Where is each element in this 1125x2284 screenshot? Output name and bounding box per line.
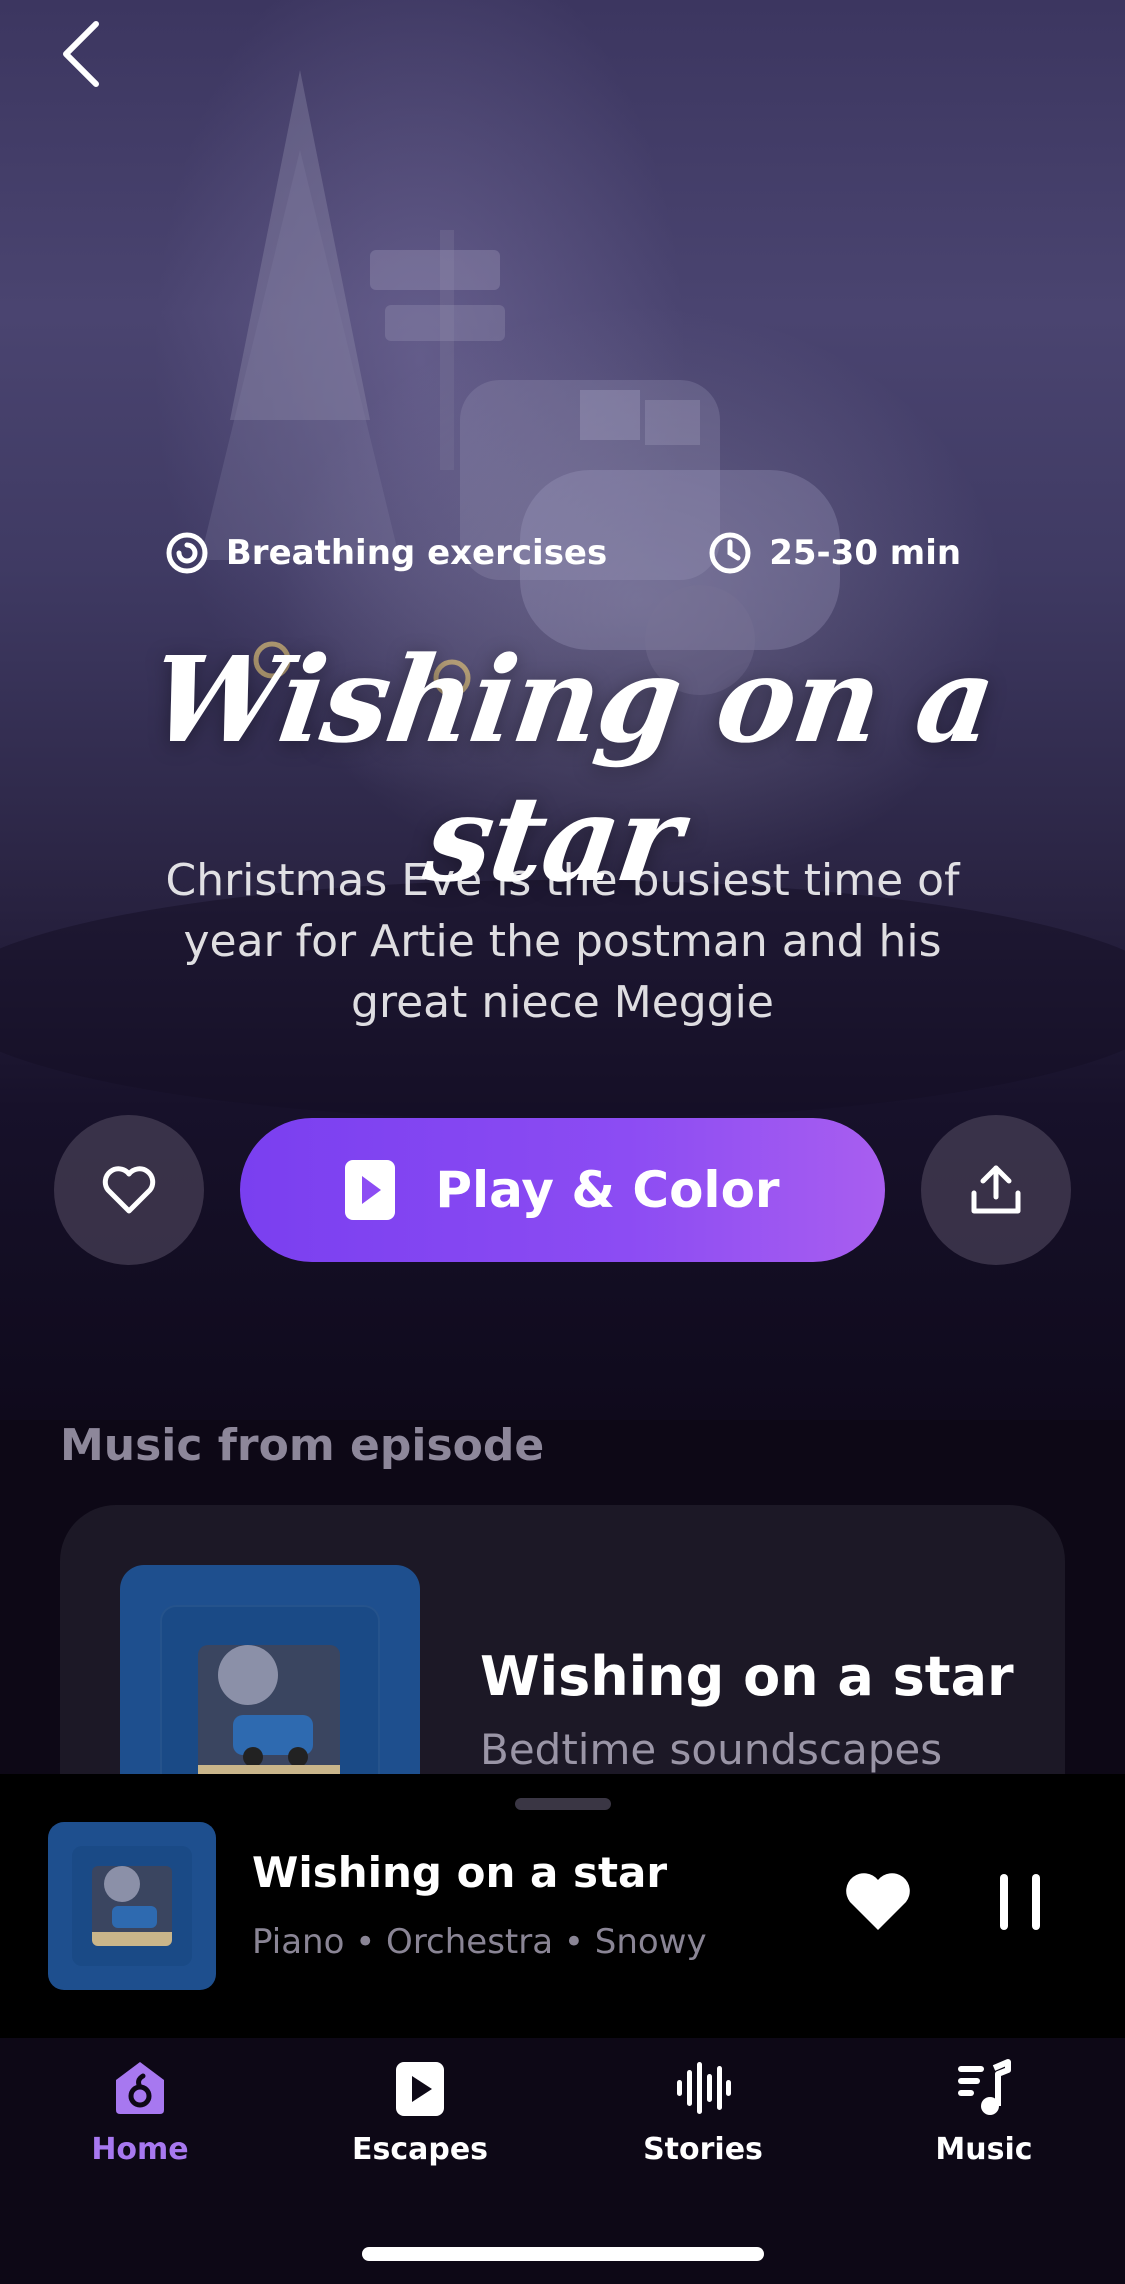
home-icon: [116, 2062, 164, 2114]
music-note-icon: [958, 2059, 1011, 2115]
favorite-button[interactable]: [54, 1115, 204, 1265]
tab-stories[interactable]: Stories: [603, 2058, 803, 2188]
now-playing-title: Wishing on a star: [252, 1848, 668, 1897]
now-playing-subtitle: Piano • Orchestra • Snowy: [252, 1922, 707, 1962]
mini-player[interactable]: Wishing on a star Piano • Orchestra • Sn…: [0, 1774, 1125, 2038]
chevron-left-icon: [63, 21, 99, 87]
heart-filled-icon[interactable]: [838, 1860, 918, 1940]
clock-icon: [709, 532, 751, 574]
action-row: Play & Color: [0, 1115, 1125, 1265]
share-button[interactable]: [921, 1115, 1071, 1265]
tab-stories-label: Stories: [643, 2132, 763, 2167]
breathing-spiral-icon: [166, 532, 208, 574]
category-tag: Breathing exercises: [164, 530, 607, 576]
play-square-icon: [345, 1160, 396, 1220]
section-heading: Music from episode: [60, 1420, 545, 1471]
tab-escapes-label: Escapes: [351, 2132, 489, 2167]
share-icon: [971, 1165, 1021, 1214]
artwork-thumbnail: [198, 1645, 340, 1787]
back-button[interactable]: [48, 10, 118, 90]
tab-escapes[interactable]: Escapes: [320, 2058, 520, 2188]
heart-outline-icon: [102, 1166, 156, 1214]
tab-music-label: Music: [935, 2132, 1033, 2167]
episode-description: Christmas Eve is the busiest time of yea…: [165, 855, 960, 1028]
waveform-icon: [677, 2062, 731, 2114]
tab-music[interactable]: Music: [884, 2058, 1084, 2188]
music-card-subtitle: Bedtime soundscapes: [480, 1725, 943, 1774]
tab-home[interactable]: Home: [40, 2058, 240, 2188]
pause-icon[interactable]: [990, 1860, 1050, 1940]
mini-artwork-thumbnail: [92, 1866, 172, 1946]
play-color-button[interactable]: Play & Color: [240, 1118, 885, 1262]
drag-handle[interactable]: [515, 1798, 611, 1810]
category-label: Breathing exercises: [225, 533, 608, 573]
play-square-icon: [396, 2062, 444, 2116]
play-color-label: Play & Color: [435, 1161, 780, 1219]
duration-tag: 25-30 min: [707, 530, 961, 576]
music-card-title: Wishing on a star: [480, 1645, 1014, 1708]
mini-player-artwork: [48, 1822, 216, 1990]
episode-meta: Breathing exercises 25-30 min: [0, 530, 1125, 576]
home-indicator: [362, 2247, 764, 2261]
duration-label: 25-30 min: [769, 533, 962, 573]
tab-home-label: Home: [91, 2132, 189, 2167]
